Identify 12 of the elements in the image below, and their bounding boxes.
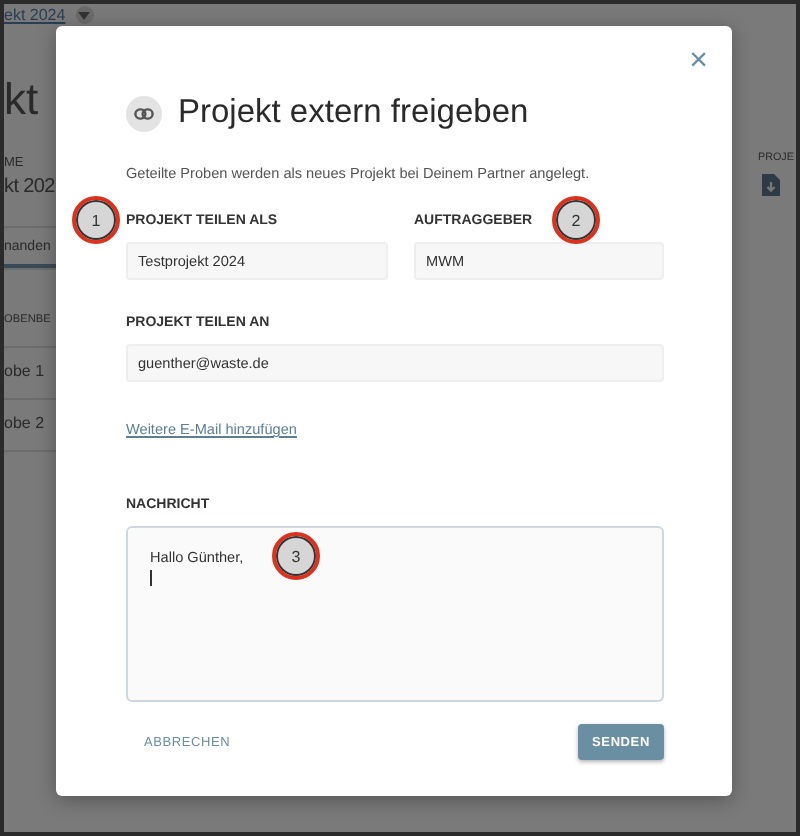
step-marker: 2 [552, 196, 600, 244]
field-value: kt 202 [4, 176, 57, 198]
table-cell-text: obe 1 [4, 360, 47, 384]
link-icon [126, 95, 162, 131]
page-title: kt [4, 76, 41, 124]
dropdown-icon[interactable] [75, 6, 94, 24]
close-button[interactable]: × [689, 46, 708, 78]
breadcrumb-link[interactable]: ekt 2024 [4, 6, 66, 24]
table-cell-text: obe 2 [4, 412, 47, 436]
step-marker: 1 [72, 196, 120, 244]
download-file-icon[interactable] [762, 174, 780, 196]
dialog-title: Projekt extern freigeben [178, 94, 529, 132]
